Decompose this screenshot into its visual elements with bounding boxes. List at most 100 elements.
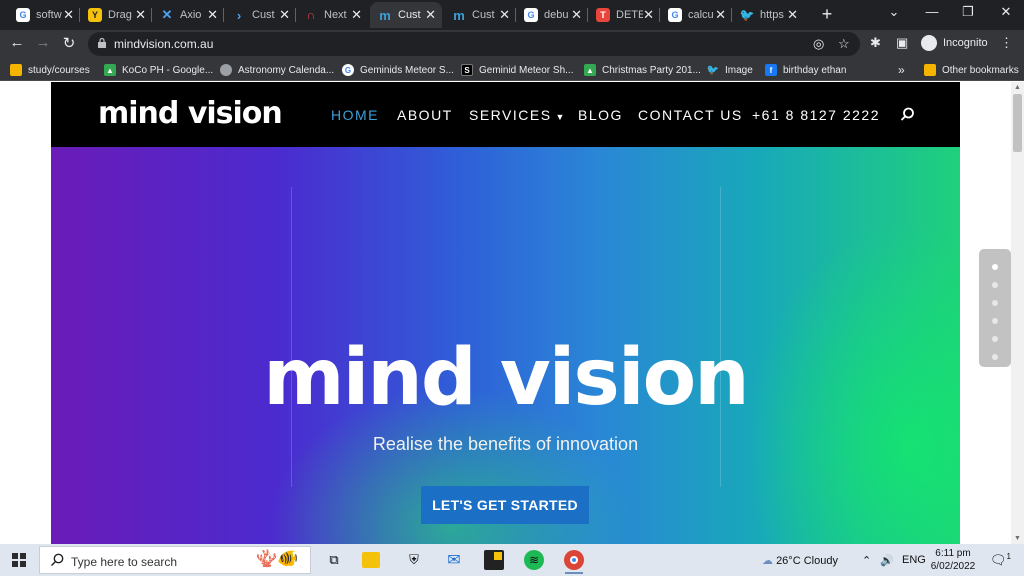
bookmark-item[interactable]: Astronomy Calenda... [220,62,334,78]
clock[interactable]: 6:11 pm 6/02/2022 [926,547,980,573]
close-window-button[interactable]: ✕ [996,4,1016,20]
bookmark-item[interactable]: G Geminids Meteor S... [342,62,454,78]
side-panel-icon[interactable]: ▣ [896,35,908,51]
browser-tab[interactable]: Gdebu ✕ [516,2,588,28]
task-view-icon[interactable]: ⧉ [324,550,344,570]
nav-services[interactable]: SERVICES ▼ [469,107,566,123]
language-indicator[interactable]: ENG [902,554,926,566]
google-icon: G [342,64,354,76]
n-icon: ∩ [306,8,316,22]
bookmark-item[interactable]: S Geminid Meteor Sh... [461,62,573,78]
bookmark-item[interactable]: study/courses [10,62,90,78]
close-tab-icon[interactable]: ✕ [499,7,510,23]
tab-search-icon[interactable]: ⌄ [884,4,904,20]
restore-button[interactable]: ❐ [958,4,978,20]
new-tab-button[interactable]: + [818,4,836,25]
sticky-notes-icon[interactable] [484,550,504,570]
nav-about[interactable]: ABOUT [397,107,453,123]
scrollbar-thumb[interactable] [1013,94,1022,152]
slider-dot[interactable] [992,264,998,270]
browser-tab[interactable]: Gsoftw ✕ [8,2,80,28]
address-bar[interactable]: mindvision.com.au ◎ ☆ [88,32,860,56]
volume-icon[interactable]: 🔊 [880,554,894,567]
browser-tab[interactable]: T DETE ✕ [588,2,660,28]
nav-blog[interactable]: BLOG [578,107,623,123]
weather-widget[interactable]: ☁ 26°C Cloudy [762,554,838,567]
notifications-icon[interactable]: 🗨1 [990,552,1011,568]
url-text: mindvision.com.au [114,37,214,51]
m-icon: m [453,7,465,23]
slider-dot[interactable] [992,318,998,324]
extensions-icon[interactable]: ✱ [870,35,881,51]
chevron-icon: › [236,7,242,23]
close-tab-icon[interactable]: ✕ [787,7,798,23]
browser-tab[interactable]: ✕ Axio ✕ [152,2,224,28]
browser-tab[interactable]: ∩ Next ✕ [296,2,368,28]
drive-icon: ▲ [104,64,116,76]
search-icon[interactable] [900,107,915,122]
spotify-icon[interactable]: ≋ [524,550,544,570]
close-tab-icon[interactable]: ✕ [425,7,436,23]
close-tab-icon[interactable]: ✕ [715,7,726,23]
site-logo[interactable]: mind vision [98,96,283,131]
close-tab-icon[interactable]: ✕ [63,7,74,23]
twitter-icon: 🐦 [706,64,720,76]
close-tab-icon[interactable]: ✕ [135,7,146,23]
bookmark-star-icon[interactable]: ☆ [838,36,850,52]
close-tab-icon[interactable]: ✕ [351,7,362,23]
show-hidden-icons[interactable]: ⌃ [862,554,871,567]
tab-strip: Gsoftw ✕ Y Drag ✕ ✕ Axio ✕ › Cust ✕ ∩ Next ✕ m Cus… [0,0,1024,30]
browser-tab[interactable]: Gcalcu ✕ [660,2,732,28]
chrome-icon[interactable] [564,550,584,574]
mail-icon[interactable]: ✉ [444,550,464,570]
menu-icon[interactable]: ⋮ [1000,35,1013,51]
browser-tab[interactable]: Y Drag ✕ [80,2,152,28]
close-tab-icon[interactable]: ✕ [571,7,582,23]
forward-button[interactable]: → [33,34,53,51]
eye-slash-icon[interactable]: ◎ [813,36,824,52]
start-button[interactable] [12,553,26,567]
page-viewport: mind vision HOME ABOUT SERVICES ▼ BLOG CO… [0,82,1024,544]
back-button[interactable]: ← [7,34,27,51]
nav-phone[interactable]: +61 8 8127 2222 [752,107,880,123]
bookmark-item[interactable]: f birthday ethan [765,62,846,78]
slider-dot[interactable] [992,336,998,342]
minimize-button[interactable]: — [922,4,942,19]
reload-button[interactable]: ↻ [59,34,79,52]
nav-home[interactable]: HOME [331,107,379,123]
get-started-button[interactable]: LET'S GET STARTED [421,486,589,524]
page-scrollbar[interactable]: ▲ ▼ [1011,82,1024,544]
close-tab-icon[interactable]: ✕ [279,7,290,23]
browser-tab-active[interactable]: m Cust ✕ [370,2,442,28]
website: mind vision HOME ABOUT SERVICES ▼ BLOG CO… [51,82,960,544]
incognito-icon [921,35,937,51]
profile-incognito[interactable]: Incognito [918,32,990,54]
twitter-icon: 🐦 [739,8,755,22]
drive-icon: ▲ [584,64,596,76]
slider-nav [979,249,1011,367]
google-icon: G [524,8,538,22]
slider-dot[interactable] [992,354,998,360]
bookmark-item[interactable]: ▲ KoCo PH - Google... [104,62,213,78]
browser-tab[interactable]: › Cust ✕ [224,2,296,28]
other-bookmarks[interactable]: Other bookmarks [924,62,1019,78]
bookmarks-overflow-button[interactable]: » [898,62,905,78]
file-explorer-icon[interactable] [362,552,380,568]
close-tab-icon[interactable]: ✕ [207,7,218,23]
bookmark-item[interactable]: 🐦 Image [707,62,753,78]
cloud-icon: ☁ [762,555,773,567]
google-icon: G [16,8,30,22]
browser-tab[interactable]: 🐦 https ✕ [732,2,804,28]
nav-contact[interactable]: CONTACT US [638,107,743,123]
slider-dot[interactable] [992,300,998,306]
browser-tab[interactable]: m Cust ✕ [444,2,516,28]
taskbar-search[interactable]: Type here to search 🪸🐠 [39,546,311,574]
scroll-down-icon[interactable]: ▼ [1014,535,1021,542]
security-shield-icon[interactable]: ⛨ [404,550,424,570]
scroll-up-icon[interactable]: ▲ [1014,84,1021,91]
bookmark-item[interactable]: ▲ Christmas Party 201... [584,62,701,78]
close-tab-icon[interactable]: ✕ [643,7,654,23]
slider-dot[interactable] [992,282,998,288]
search-icon [51,553,64,566]
browser-toolbar: ← → ↻ mindvision.com.au ◎ ☆ ✱ ▣ ⋮ [0,30,1024,58]
